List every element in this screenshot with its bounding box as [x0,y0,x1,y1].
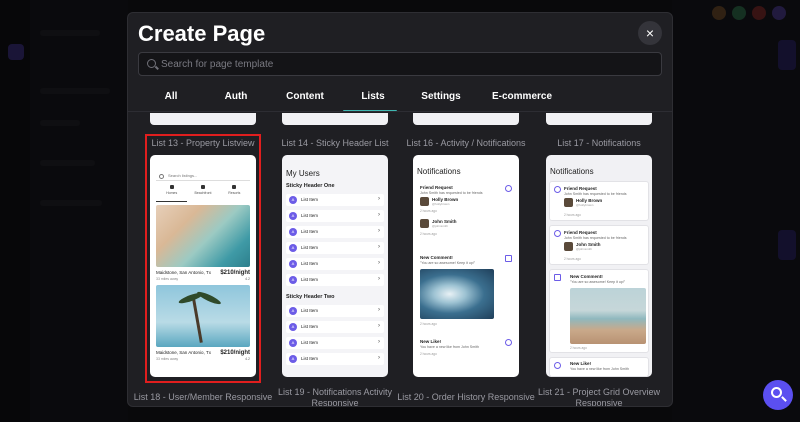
template-search [138,52,662,76]
heart-icon [505,339,512,346]
template-name: List 18 - User/Member Responsive [133,392,273,402]
notification-new-like: New Like! You have a new like from John … [416,335,516,369]
avatar [564,242,573,251]
template-name: List 17 - Notifications [557,138,641,148]
list-item: A List Item › [286,258,384,270]
list-item: A List Item › [286,305,384,317]
sticky-header: Sticky Header One [282,180,388,193]
search-fab-button[interactable] [763,380,793,410]
list-item: A List Item › [286,274,384,286]
person: John Smith @johnsmith [420,219,480,229]
user-add-icon [554,186,561,193]
comment-icon [505,255,512,262]
avatar [564,198,573,207]
notifications-title: Notifications [417,167,461,176]
list-item: A List Item › [286,226,384,238]
notification-friend-request: Friend Request John Smith has requested … [549,225,649,265]
list-title: My Users [286,169,320,178]
tab-settings[interactable]: Settings [421,91,460,102]
tab-all[interactable]: All [165,91,178,102]
search-input[interactable] [161,53,651,75]
template-name: List 14 - Sticky Header List [281,138,389,148]
person: Holly Brown @hollybrown [420,197,480,207]
tabs-divider [128,111,672,112]
person: Holly Brown @hollybrown [564,198,624,208]
chevron-right-icon: › [378,276,380,282]
avatar [420,219,429,228]
notification-new-comment: New Comment! "You are so awesome! Keep i… [549,269,649,353]
chevron-right-icon: › [378,355,380,361]
notification-friend-request: Friend Request John Smith has requested … [549,181,649,221]
template-card-partial[interactable] [413,113,519,125]
template-card-partial[interactable] [282,113,388,125]
list-item: A List Item › [286,242,384,254]
comment-photo-wave [420,269,494,319]
template-name: List 16 - Activity / Notifications [406,138,526,148]
selected-template-outline [145,134,261,383]
notifications-title: Notifications [550,167,594,176]
close-button[interactable]: × [638,21,662,45]
tab-content[interactable]: Content [286,91,324,102]
heart-icon [554,362,561,369]
list-item: A List Item › [286,321,384,333]
sticky-header: Sticky Header Two [282,291,388,304]
chevron-right-icon: › [378,339,380,345]
tab-lists[interactable]: Lists [361,91,384,102]
tab-auth[interactable]: Auth [225,91,248,102]
template-name: List 21 - Project Grid Overview Responsi… [537,387,661,407]
user-add-icon [505,185,512,192]
modal-title: Create Page [138,21,266,46]
list-item: A List Item › [286,353,384,365]
search-icon [771,387,782,398]
notification-friend-request: Friend Request John Smith has requested … [416,181,516,245]
chevron-right-icon: › [378,228,380,234]
list-item: A List Item › [286,337,384,349]
notification-new-comment: New Comment! "You are so awesome! Keep i… [416,251,516,331]
template-card-activity-notifications[interactable]: Notifications Friend Request John Smith … [413,155,519,377]
chevron-right-icon: › [378,323,380,329]
chevron-right-icon: › [378,244,380,250]
chevron-right-icon: › [378,307,380,313]
template-card-sticky-header-list[interactable]: My Users Sticky Header One A List Item › A… [282,155,388,377]
list-item: A List Item › [286,210,384,222]
template-card-notifications[interactable]: Notifications Friend Request John Smith … [546,155,652,377]
person: John Smith @johnsmith [564,242,624,252]
list-item: A List Item › [286,194,384,206]
template-name: List 19 - Notifications Activity Respons… [277,387,393,407]
notification-new-like: New Like! You have a new like from John … [549,357,649,377]
chevron-right-icon: › [378,196,380,202]
chevron-right-icon: › [378,260,380,266]
search-icon [147,59,156,68]
chevron-right-icon: › [378,212,380,218]
avatar [420,197,429,206]
comment-icon [554,274,561,281]
template-name: List 20 - Order History Responsive [397,392,535,402]
comment-photo-sea [570,288,646,344]
template-card-partial[interactable] [150,113,256,125]
tab-e-commerce[interactable]: E-commerce [492,91,552,102]
user-add-icon [554,230,561,237]
create-page-modal: Create Page × All Auth Content Lists Set… [127,12,673,407]
template-card-partial[interactable] [546,113,652,125]
